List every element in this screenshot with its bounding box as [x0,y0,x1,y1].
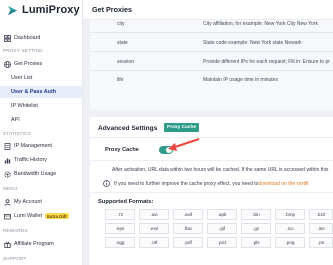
format-chip: .gif [207,223,237,234]
extra-gift-badge: Extra Gift [44,213,69,219]
supported-formats-title: Supported Formats: [98,199,154,205]
format-chip: .ps [309,237,333,248]
user-icon [3,198,12,207]
format-chip: .ico [275,223,305,234]
sidebar-item-my-account[interactable]: My Account [0,196,82,208]
sidebar-item-dashboard[interactable]: Dashboard [0,32,82,44]
param-desc: Maintain IP usage time in minutes [203,77,278,83]
section-rewards: REWARDS [3,228,28,233]
sidebar-item-label: Lumi Wallet [14,213,42,219]
format-chip: .avi [139,209,169,220]
gift-icon [3,240,12,249]
sidebar-item-label: User & Pass Auth [11,89,57,95]
format-chip: .pls [241,237,271,248]
sidebar-item-ip-management[interactable]: IP Management [0,140,82,152]
bar-chart-icon [3,156,12,165]
format-chip: .gz [241,223,271,234]
section-proxy-setting: PROXY SETTING [3,48,43,53]
file-icon [3,142,12,151]
sidebar: LumiProxy Dashboard PROXY SETTING Get Pr… [0,0,83,265]
advanced-settings-card: Advanced Settings Proxy Cache Proxy Cach… [90,117,333,265]
divider [90,137,333,138]
format-chip: .otf [139,237,169,248]
format-chip: .bz2 [309,209,333,220]
format-chip: .exe [139,223,169,234]
sidebar-item-api[interactable]: API [0,114,82,126]
sidebar-item-user-pass-auth[interactable]: User & Pass Auth [0,86,82,98]
format-chip: .bin [241,209,271,220]
toggle-knob [166,147,172,153]
format-chip: .bmp [275,209,305,220]
top-bar: Get Proxies [83,0,333,20]
divider [90,192,333,193]
format-chip: .flac [173,223,203,234]
param-row: city City affiliation, for example: New … [90,20,333,33]
sidebar-item-lumi-wallet[interactable]: Lumi Wallet Extra Gift [0,210,82,222]
sidebar-item-user-list[interactable]: User List [0,72,82,84]
format-chip: .ogg [105,237,135,248]
cache-hint-text: If you need to further improve the cache… [114,180,259,187]
section-support: SUPPORT [3,256,27,261]
section-statistics: STATISTICS [3,131,31,136]
format-chip: .iso [309,223,333,234]
param-row: state State code example: New York state… [90,34,333,52]
sidebar-item-bandwidth-usage[interactable]: Bandwidth Usage [0,168,82,180]
sidebar-item-get-proxies[interactable]: Get Proxies [0,58,82,70]
format-chip: .7z [105,209,135,220]
format-chip: .pdf [173,237,203,248]
param-key: session [117,59,134,65]
sidebar-item-label: IP Whitelist [11,103,38,109]
param-desc: State code example: New York state Newar… [203,40,302,46]
section-menu: MENU [3,186,18,191]
advanced-settings-title: Advanced Settings [98,125,158,132]
page-title: Get Proxies [92,5,132,14]
parameters-card: city City affiliation, for example: New … [90,20,333,110]
param-key: state [117,40,128,46]
dashboard-icon [3,34,12,43]
sidebar-item-label: IP Management [14,143,52,149]
format-chip: .avif [173,209,203,220]
sidebar-item-label: Dashboard [14,35,41,41]
divider [90,160,333,161]
sidebar-item-label: API [11,117,20,123]
sidebar-item-label: My Account [14,199,42,205]
sidebar-item-label: User List [11,75,33,81]
param-desc: Provide different IPs for each request; … [203,59,330,65]
sidebar-item-ip-whitelist[interactable]: IP Whitelist [0,100,82,112]
cache-hint: If you need to further improve the cache… [103,180,309,187]
param-row: session Provide different IPs for each r… [90,53,333,71]
download-certificate-link[interactable]: download on the certifi [258,181,308,187]
main-content: city City affiliation, for example: New … [83,20,333,265]
param-key: life [117,77,124,83]
sidebar-item-label: Affiliate Program [14,241,54,247]
gear-icon [3,170,12,179]
info-icon [103,180,110,187]
param-desc: City affiliation, for example: New York … [203,21,318,27]
format-chip: .pict [207,237,237,248]
sidebar-item-label: Get Proxies [14,61,43,67]
param-key: city [117,21,125,27]
wallet-icon [3,212,12,221]
format-chip: .eps [105,223,135,234]
sidebar-item-label: Traffic History [14,157,47,163]
sidebar-item-label: Bandwidth Usage [14,171,57,177]
cache-description: After activation, URL data within two ho… [112,167,329,173]
format-chip: .apk [207,209,237,220]
proxy-cache-tag[interactable]: Proxy Cache [164,123,200,132]
format-chip: .png [275,237,305,248]
proxy-cache-label: Proxy Cache [105,147,139,153]
sidebar-item-traffic-history[interactable]: Traffic History [0,154,82,166]
proxy-cache-toggle[interactable] [159,146,173,154]
param-row: life Maintain IP usage time in minutes [90,71,333,89]
sidebar-item-affiliate-program[interactable]: Affiliate Program [0,238,82,250]
globe-icon [3,60,12,69]
